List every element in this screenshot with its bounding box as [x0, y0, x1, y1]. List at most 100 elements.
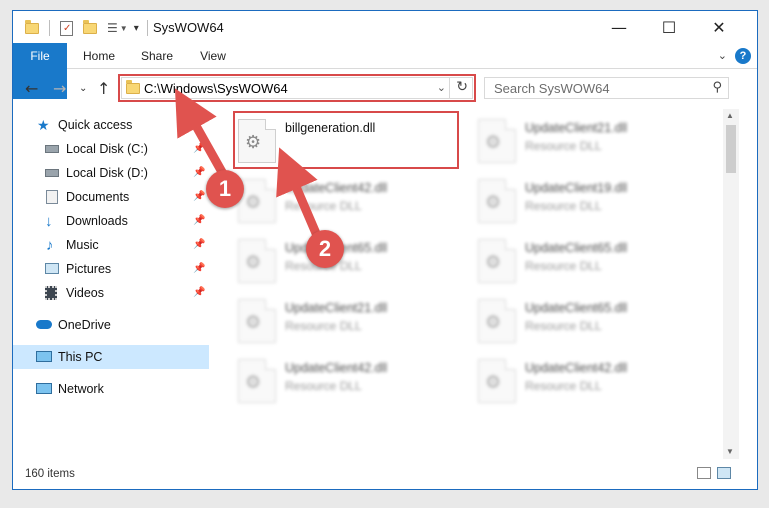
pin-icon[interactable]: 📌 [193, 209, 205, 233]
dll-file-icon: ⚙ [238, 359, 276, 403]
drive-icon [45, 169, 59, 177]
gear-icon: ⚙ [485, 192, 502, 213]
navigation-bar: ← → ⌄ ↑ C:\Windows\SysWOW64 ⌄ ↻ Search S… [13, 71, 757, 105]
documents-icon [46, 190, 58, 204]
gear-icon: ⚙ [245, 252, 262, 273]
sidebar-item-local-disk-c[interactable]: Local Disk (C:) 📌 [13, 137, 209, 161]
sidebar-item-label: OneDrive [58, 318, 111, 332]
cloud-icon [36, 320, 52, 329]
dll-file-icon: ⚙ [478, 239, 516, 283]
details-view-icon[interactable] [697, 467, 711, 479]
list-view-icon[interactable]: ☰ [107, 21, 118, 35]
file-item[interactable]: ⚙ UpdateClient19.dll Resource DLL [461, 173, 696, 229]
large-icons-view-icon[interactable] [717, 467, 731, 479]
folder-icon [25, 19, 39, 34]
sidebar-item-label: Music [66, 238, 99, 252]
search-box[interactable]: Search SysWOW64 ⚲ [484, 77, 729, 99]
sidebar-item-label: Network [58, 382, 104, 396]
sidebar-item-downloads[interactable]: ↓ Downloads 📌 [13, 209, 209, 233]
star-icon: ★ [37, 117, 50, 133]
pin-icon[interactable]: 📌 [193, 185, 205, 209]
dll-file-icon: ⚙ [238, 299, 276, 343]
up-arrow-icon[interactable]: ↑ [97, 79, 110, 98]
customize-toolbar-icon[interactable]: ▾ [134, 23, 139, 34]
file-item[interactable]: ⚙ UpdateClient21.dll Resource DLL [221, 293, 456, 349]
file-item[interactable]: ⚙ UpdateClient65.dll Resource DLL [461, 233, 696, 289]
file-name: UpdateClient42.dll [525, 361, 628, 375]
title-bar: ✓ ☰ ▼ ▾ SysWOW64 — ☐ ✕ [13, 11, 757, 43]
file-item[interactable]: ⚙ UpdateClient42.dll Resource DLL [221, 353, 456, 409]
file-type: Resource DLL [285, 199, 362, 213]
file-type: Resource DLL [525, 259, 602, 273]
sidebar-item-label: Videos [66, 286, 104, 300]
ribbon-tabs: File Home Share View ⌄ ? [13, 43, 757, 99]
pin-icon[interactable]: 📌 [193, 137, 205, 161]
gear-icon: ⚙ [485, 252, 502, 273]
window-title: SysWOW64 [153, 20, 224, 35]
step-2-badge: 2 [306, 230, 344, 268]
sidebar-item-label: Documents [66, 190, 130, 204]
file-type: Resource DLL [285, 379, 362, 393]
expand-ribbon-icon[interactable]: ⌄ [718, 49, 727, 62]
vertical-scrollbar[interactable]: ▲ ▼ [723, 109, 739, 459]
sidebar-item-network[interactable]: Network [13, 377, 209, 401]
sidebar-item-label: Local Disk (C:) [66, 142, 148, 156]
separator [146, 20, 148, 36]
pin-icon[interactable]: 📌 [193, 257, 205, 281]
scrollbar-thumb[interactable] [726, 125, 736, 173]
search-placeholder[interactable]: Search SysWOW64 [494, 81, 610, 96]
file-type: Resource DLL [525, 199, 602, 213]
sidebar-item-videos[interactable]: Videos 📌 [13, 281, 209, 305]
sidebar-item-label: Downloads [66, 214, 128, 228]
network-icon [36, 383, 52, 394]
pin-icon[interactable]: 📌 [193, 233, 205, 257]
sidebar-item-onedrive[interactable]: OneDrive [13, 313, 209, 337]
search-icon[interactable]: ⚲ [712, 80, 722, 95]
dll-file-icon: ⚙ [238, 239, 276, 283]
navigation-pane: ★ Quick access Local Disk (C:) 📌 Local D… [13, 111, 209, 461]
sidebar-item-label: Local Disk (D:) [66, 166, 148, 180]
sidebar-item-pictures[interactable]: Pictures 📌 [13, 257, 209, 281]
quick-access-toolbar: ✓ ☰ ▼ ▾ [25, 19, 148, 37]
address-highlight-box [118, 74, 476, 102]
sidebar-item-documents[interactable]: Documents 📌 [13, 185, 209, 209]
sidebar-item-this-pc[interactable]: This PC [13, 345, 209, 369]
forward-arrow-icon[interactable]: → [53, 79, 66, 98]
file-item[interactable]: ⚙ UpdateClient21.dll Resource DLL [461, 113, 696, 169]
scroll-up-icon[interactable]: ▲ [726, 111, 734, 120]
gear-icon: ⚙ [245, 312, 262, 333]
sidebar-item-label: Quick access [58, 118, 133, 132]
file-name: UpdateClient21.dll [285, 301, 388, 315]
pin-icon[interactable]: 📌 [193, 161, 205, 185]
sidebar-item-music[interactable]: ♪ Music 📌 [13, 233, 209, 257]
close-button[interactable]: ✕ [696, 11, 742, 43]
new-folder-icon[interactable] [83, 19, 97, 34]
gear-icon: ⚙ [245, 192, 262, 213]
sidebar-item-label: Pictures [66, 262, 112, 276]
file-item[interactable]: ⚙ UpdateClient42.dll Resource DLL [461, 353, 696, 409]
pin-icon[interactable]: 📌 [193, 281, 205, 305]
file-item[interactable]: ⚙ UpdateClient42.dll Resource DLL [221, 173, 456, 229]
maximize-button[interactable]: ☐ [646, 11, 692, 43]
minimize-button[interactable]: — [596, 11, 642, 43]
file-type: Resource DLL [525, 319, 602, 333]
file-name: UpdateClient42.dll [285, 181, 388, 195]
scroll-down-icon[interactable]: ▼ [726, 447, 734, 456]
file-item[interactable]: ⚙ UpdateClient65.dll Resource DLL [461, 293, 696, 349]
sidebar-item-local-disk-d[interactable]: Local Disk (D:) 📌 [13, 161, 209, 185]
sidebar-item-quick-access[interactable]: ★ Quick access [13, 113, 209, 137]
chevron-down-icon[interactable]: ▼ [120, 24, 128, 33]
recent-locations-icon[interactable]: ⌄ [79, 83, 87, 94]
dll-file-icon: ⚙ [478, 179, 516, 223]
download-icon: ↓ [45, 213, 53, 230]
tab-view[interactable]: View [189, 43, 237, 69]
help-button[interactable]: ? [735, 48, 751, 64]
computer-icon [36, 351, 52, 362]
sidebar-item-label: This PC [58, 350, 103, 364]
tab-share[interactable]: Share [131, 43, 183, 69]
gear-icon: ⚙ [485, 372, 502, 393]
back-arrow-icon[interactable]: ← [25, 79, 38, 98]
status-bar: 160 items [13, 459, 757, 489]
properties-icon[interactable]: ✓ [60, 20, 73, 36]
tab-home[interactable]: Home [73, 43, 125, 69]
